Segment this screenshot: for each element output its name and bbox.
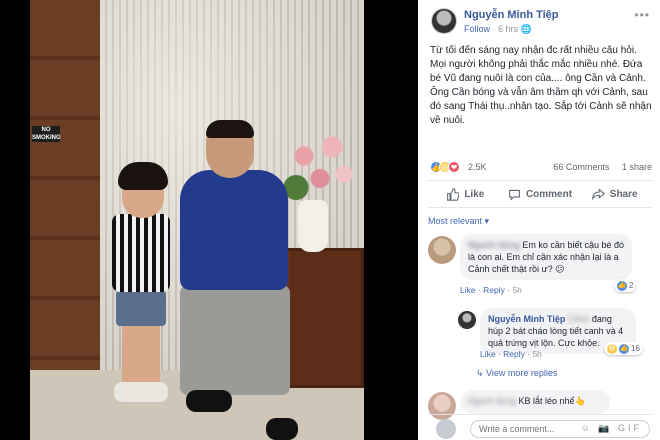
comment-like-link[interactable]: Like [460,285,476,295]
man-shoe-left [186,390,232,412]
reactions-bar: 👍 😆 ❤ 2.5K 66 Comments 1 share [428,161,652,175]
sort-comments-dropdown[interactable]: Most relevant ▾ [428,216,489,227]
reply-time[interactable]: 5h [532,349,541,359]
post-meta: Follow · 6 hrs 🌐 [464,24,532,35]
post-actions: Like Comment Share [428,180,652,208]
more-dots-icon[interactable]: ••• [634,8,650,22]
commenter-name-blurred[interactable]: Người dùng [468,240,520,250]
share-button[interactable]: Share [577,181,652,207]
reaction-icons[interactable]: 👍 😆 ❤ [430,161,460,173]
comment-text: KB lắt léo nhể👆 [518,396,586,406]
globe-icon: 🌐 [520,24,532,34]
commenter-avatar[interactable] [428,236,456,264]
comment-actions: Like · Reply · 5h [460,285,522,295]
man-shoe-right [266,418,298,440]
like-button[interactable]: Like [428,181,503,207]
comment-reaction-count: 2 [629,281,634,290]
comment-bubble: Người dùng KB lắt léo nhể👆 [460,390,610,414]
comment-reaction-pill[interactable]: 👍 2 [614,279,637,292]
reply-actions: Like · Reply · 5h [480,349,542,359]
comment-label: Comment [525,188,573,200]
counts-spacer [612,162,620,172]
boy-legs [122,326,160,386]
flowers [280,120,360,210]
post-text: Từ tối đến sáng nay nhận đc rất nhiều câ… [430,45,652,126]
boy-shorts [116,290,166,326]
reply-reaction-count: 16 [631,344,640,353]
reply-text-blurred: Cảnh [567,314,590,324]
reply-reaction-pill[interactable]: 😆 👍 16 [604,342,643,355]
user-avatar [436,419,456,439]
comment-button[interactable]: Comment [503,181,578,207]
comment-text-blurred: Người dùng [468,396,516,406]
like-label: Like [464,188,485,200]
reply-author-avatar[interactable] [458,311,476,329]
no-smoking-sign: NO SMOKING [32,126,61,142]
haha-reaction-icon: 😆 [607,343,617,354]
vase [298,200,328,252]
comment-bubble-icon [509,189,520,201]
man-shirt [180,170,288,290]
view-more-label: View more replies [486,368,558,378]
reaction-count[interactable]: 2.5K [468,162,487,172]
photo-scene: NO SMOKING [30,0,364,440]
like-reaction-icon: 👍 [619,343,629,354]
comment-input-icons[interactable]: ☺ 📷 GIF [581,423,642,434]
love-reaction-icon: ❤ [448,161,460,173]
post-sidebar: Nguyễn Minh Tiệp Follow · 6 hrs 🌐 ••• Từ… [418,0,660,440]
comments-count[interactable]: 66 Comments [553,162,609,172]
author-name[interactable]: Nguyễn Minh Tiệp [464,9,559,21]
man-legs [180,285,290,395]
view-more-replies-link[interactable]: ↳ View more replies [476,368,557,379]
post-header: Nguyễn Minh Tiệp Follow · 6 hrs 🌐 ••• [418,0,660,50]
follow-link[interactable]: Follow [464,24,490,34]
reply-author-name[interactable]: Nguyễn Minh Tiệp [488,314,565,324]
reply-reply-link[interactable]: Reply [503,349,525,359]
comment-bubble: Người dùng Em ko cần biết cậu bé đó là c… [460,234,632,280]
share-arrow-icon [592,187,605,200]
like-reaction-icon: 👍 [617,280,627,291]
comment-reply-link[interactable]: Reply [483,285,505,295]
boy-shoes [114,382,168,402]
comment-time[interactable]: 5h [512,285,521,295]
boy-hair [118,162,168,190]
man-hair [206,120,254,138]
reply-arrow-icon: ↳ [476,368,487,378]
post-photo[interactable]: NO SMOKING [0,0,418,440]
reply-like-link[interactable]: Like [480,349,496,359]
share-label: Share [609,188,638,200]
shares-count[interactable]: 1 share [622,162,652,172]
write-comment-area: ☺ 📷 GIF [428,414,652,440]
thumbs-up-icon [447,187,460,201]
comments-shares-count: 66 Comments 1 share [553,162,652,172]
boy-vest [112,214,170,292]
author-avatar[interactable] [431,8,457,34]
post-time[interactable]: 6 hrs [498,24,518,34]
